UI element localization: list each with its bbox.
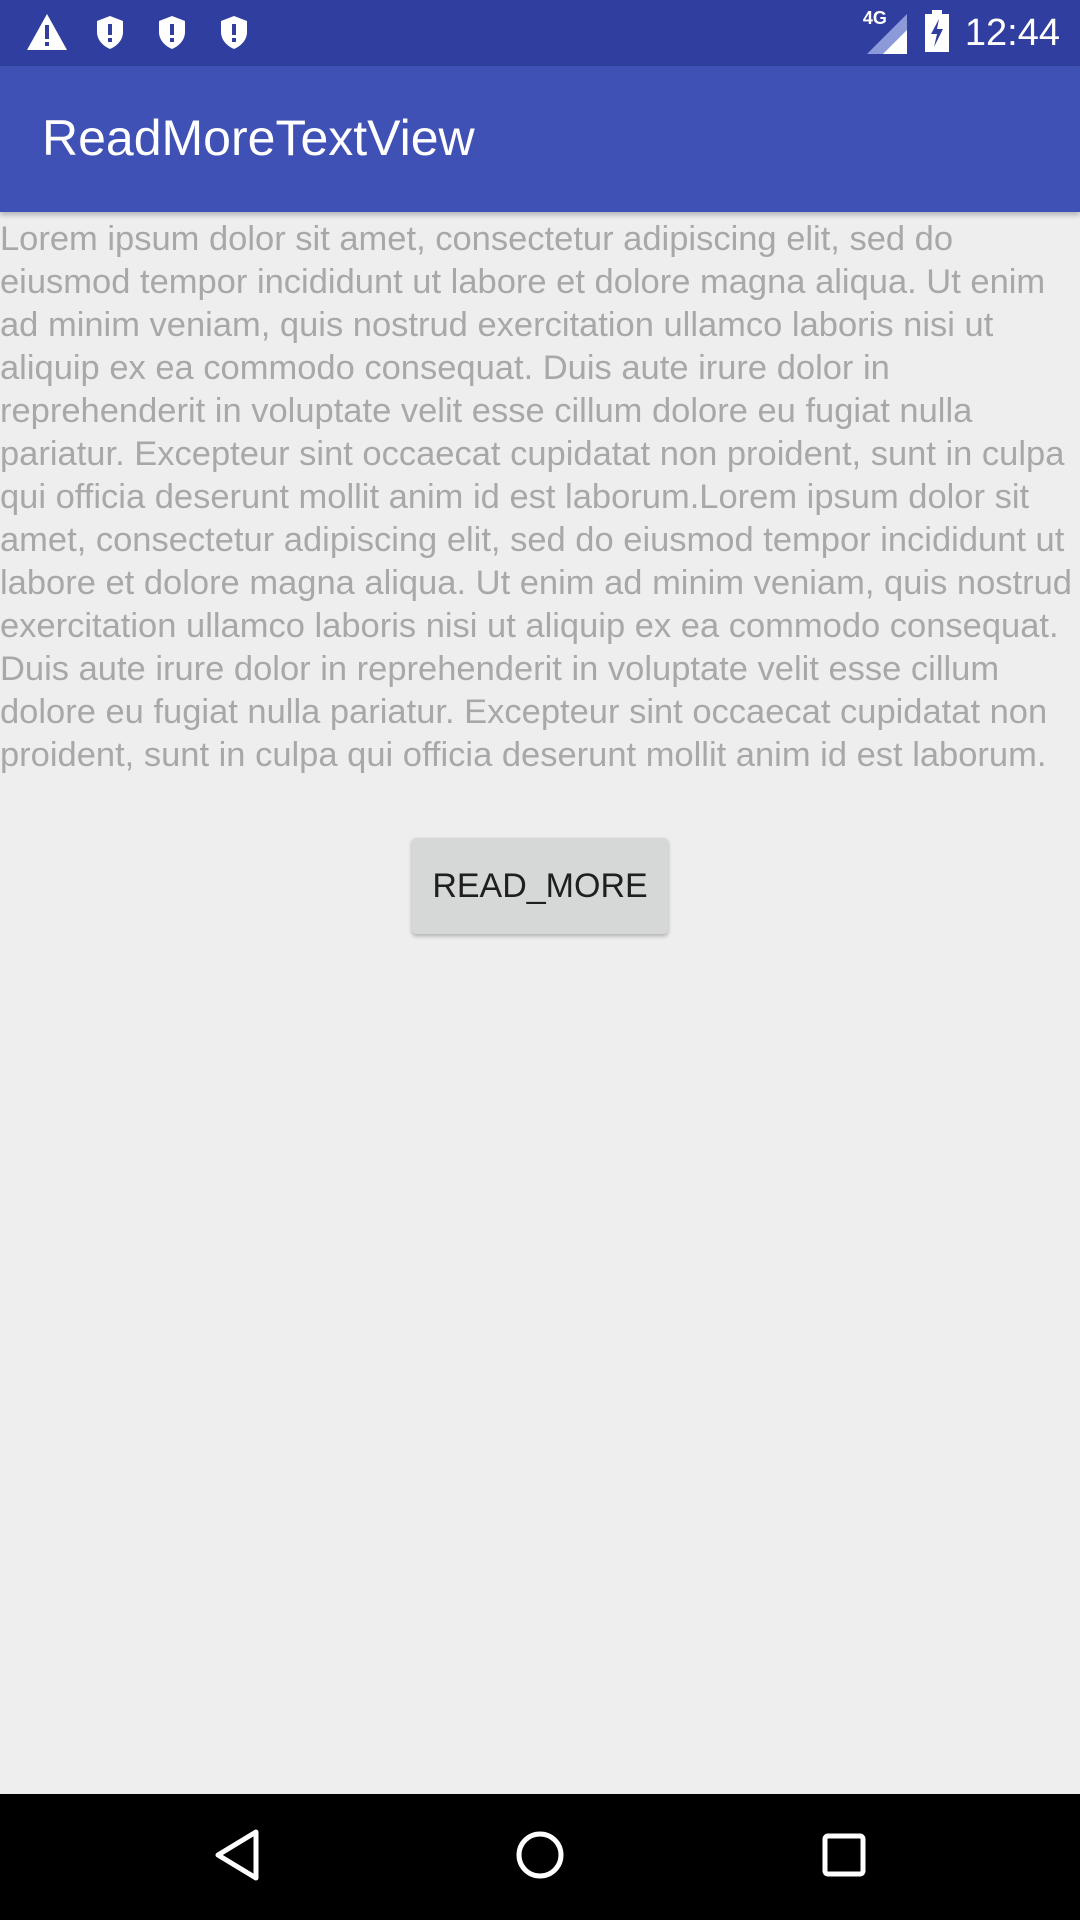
page-title: ReadMoreTextView bbox=[42, 110, 475, 166]
recents-icon bbox=[821, 1832, 867, 1883]
clock: 12:44 bbox=[964, 12, 1060, 54]
back-button[interactable] bbox=[202, 1822, 272, 1892]
shield-icon bbox=[152, 12, 192, 57]
shield-icon bbox=[90, 12, 130, 57]
back-icon bbox=[212, 1828, 262, 1887]
network-type: 4G bbox=[862, 8, 887, 28]
notification-icons bbox=[26, 12, 254, 57]
recents-button[interactable] bbox=[809, 1822, 879, 1892]
warning-icon bbox=[26, 12, 68, 57]
read-more-button[interactable]: READ_MORE bbox=[412, 838, 668, 934]
status-bar: 4G 12:44 bbox=[0, 0, 1080, 66]
system-status: 4G 12:44 bbox=[863, 0, 1060, 66]
navigation-bar bbox=[0, 1794, 1080, 1920]
shield-icon bbox=[214, 12, 254, 57]
home-icon bbox=[514, 1829, 566, 1886]
signal-icon: 4G bbox=[862, 8, 909, 56]
battery-charging-icon bbox=[923, 9, 951, 58]
home-button[interactable] bbox=[505, 1822, 575, 1892]
app-bar: ReadMoreTextView bbox=[0, 66, 1080, 212]
read-more-text-view: Lorem ipsum dolor sit amet, consectetur … bbox=[0, 220, 1072, 774]
